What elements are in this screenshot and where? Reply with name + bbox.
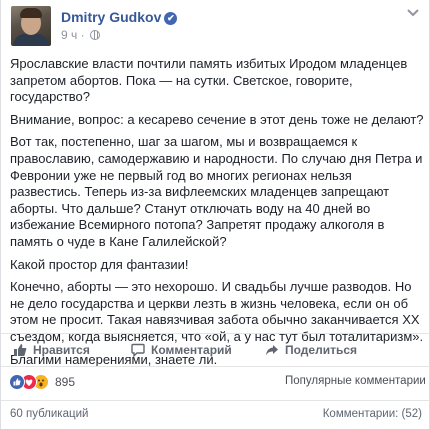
comment-sort-label: Популярные комментарии (285, 375, 426, 387)
post-time[interactable]: 9 ч (61, 28, 77, 42)
post-paragraph: Внимание, вопрос: а кесарево сечение в э… (10, 111, 424, 127)
post-actions-bar: Нравится Комментарий Поделиться (1, 333, 430, 365)
share-label: Поделиться (285, 343, 358, 357)
post-paragraph: Ярославские власти почтили память избиты… (10, 56, 408, 105)
like-reaction-icon[interactable] (9, 374, 25, 390)
verified-badge-icon: ✔ (164, 12, 178, 25)
comment-icon (131, 343, 145, 358)
post-body: Ярославские власти почтили память избиты… (10, 56, 424, 374)
comment-button[interactable]: Комментарий (131, 343, 232, 358)
comment-sort-dropdown[interactable]: Популярные комментарии (285, 375, 430, 387)
chevron-down-icon[interactable] (406, 8, 420, 18)
reactions-bar: 895 Популярные комментарии (1, 366, 430, 394)
share-icon (266, 345, 278, 356)
reaction-count[interactable]: 895 (55, 375, 75, 389)
thumbs-up-icon (14, 344, 27, 356)
post-paragraph: Вот так, постепенно, шаг за шагом, мы и … (10, 134, 423, 249)
post-footer: 60 публикаций Комментарии: (52) (1, 400, 430, 429)
post-paragraph: Какой простор для фантазии! (10, 256, 189, 272)
comments-count[interactable]: Комментарии: (52) (323, 408, 422, 420)
share-button[interactable]: Поделиться (265, 343, 357, 357)
shares-count-link[interactable]: 60 публикаций (10, 408, 88, 420)
author-name-link[interactable]: Dmitry Gudkov ✔ (61, 9, 178, 25)
post-card: Dmitry Gudkov ✔ 9 ч · Ярославские власти … (0, 0, 430, 429)
like-label: Нравится (33, 343, 90, 357)
post-meta: 9 ч · (61, 28, 100, 42)
avatar[interactable] (11, 6, 51, 46)
like-button[interactable]: Нравится (13, 343, 90, 357)
globe-icon (89, 30, 100, 40)
comment-label: Комментарий (151, 343, 232, 357)
author-name[interactable]: Dmitry Gudkov (61, 9, 161, 25)
